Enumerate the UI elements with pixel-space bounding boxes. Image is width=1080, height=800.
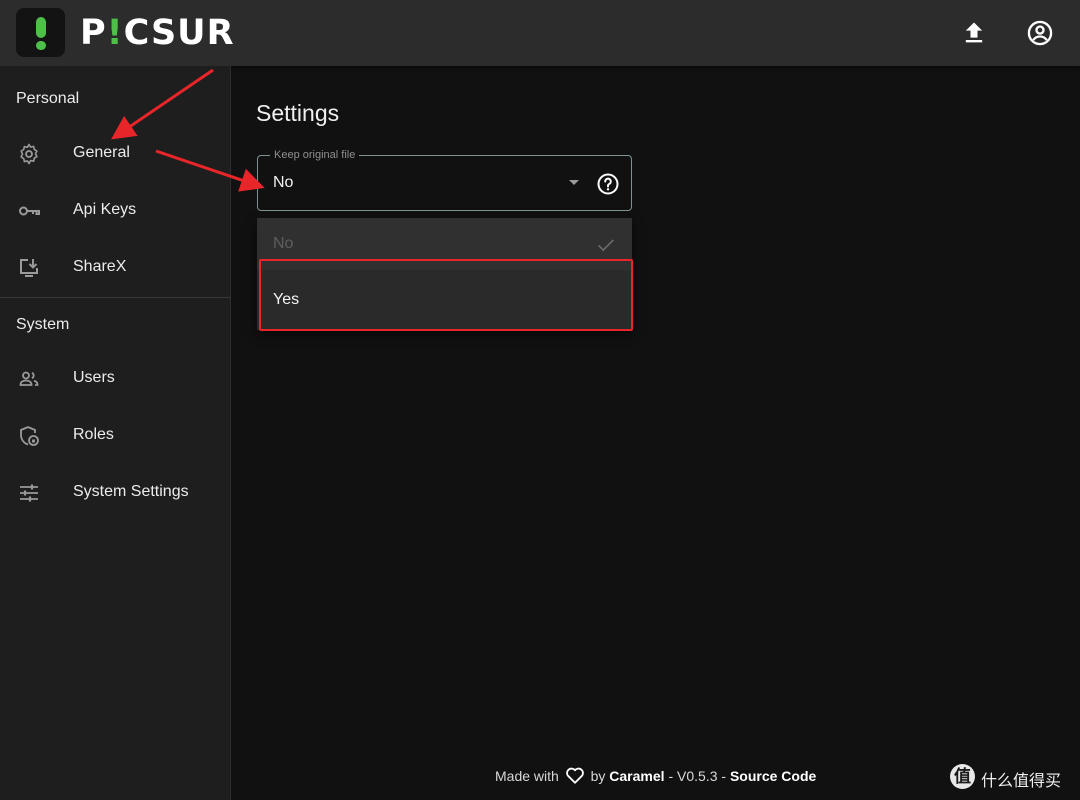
sidebar-item-label: Roles xyxy=(73,426,114,443)
footer-separator: - xyxy=(668,768,674,784)
source-code-link[interactable]: Source Code xyxy=(730,768,816,784)
upload-icon[interactable] xyxy=(960,19,988,47)
watermark-logo-icon: 值 xyxy=(950,764,975,789)
dropdown-arrow-icon[interactable] xyxy=(569,180,579,185)
select-value: No xyxy=(273,174,294,191)
option-label: Yes xyxy=(273,291,300,308)
select-dropdown-menu: No Yes xyxy=(257,218,632,330)
heart-icon xyxy=(565,767,584,784)
footer-by: by xyxy=(590,768,606,784)
page-title: Settings xyxy=(256,100,340,126)
gear-icon xyxy=(20,143,38,165)
download-screen-icon xyxy=(20,259,38,277)
footer-made-with: Made with xyxy=(495,768,559,784)
option-no[interactable]: No xyxy=(257,218,632,270)
footer-author: Caramel xyxy=(609,768,665,784)
top-app-bar: P!CSUR xyxy=(0,0,1080,66)
sidebar-divider xyxy=(0,297,231,298)
footer-separator: - xyxy=(721,768,727,784)
brand-wordmark: P!CSUR xyxy=(80,13,235,53)
check-icon xyxy=(598,239,614,252)
footer-version: V0.5.3 xyxy=(677,768,718,784)
field-label: Keep original file xyxy=(270,149,360,162)
option-label: No xyxy=(273,235,294,252)
keep-original-file-select[interactable]: Keep original file No xyxy=(257,149,632,211)
section-title-personal: Personal xyxy=(16,90,80,107)
sidebar: Personal General Api Keys ShareX System … xyxy=(0,66,231,800)
account-circle-icon[interactable] xyxy=(1026,19,1054,47)
sidebar-item-label: Users xyxy=(73,369,115,386)
sidebar-item-roles[interactable]: Roles xyxy=(0,410,231,462)
logo[interactable] xyxy=(16,8,65,57)
footer: Made with by Caramel - V0.5.3 - Source C… xyxy=(495,766,816,784)
sidebar-item-system-settings[interactable]: System Settings xyxy=(0,467,231,519)
sidebar-item-general[interactable]: General xyxy=(0,128,231,180)
sidebar-item-users[interactable]: Users xyxy=(0,353,231,405)
watermark-text: 什么值得买 xyxy=(981,773,1062,790)
help-icon[interactable] xyxy=(596,172,620,196)
sidebar-item-label: ShareX xyxy=(73,258,127,275)
sidebar-item-label: Api Keys xyxy=(73,201,137,218)
sidebar-item-label: System Settings xyxy=(73,483,189,500)
key-icon xyxy=(19,206,40,216)
users-icon xyxy=(19,371,39,386)
section-title-system: System xyxy=(16,316,70,333)
option-yes[interactable]: Yes xyxy=(257,270,632,330)
sliders-icon xyxy=(20,484,38,502)
shield-lock-icon xyxy=(20,426,39,446)
logo-mark-bar xyxy=(36,17,46,38)
sidebar-item-sharex[interactable]: ShareX xyxy=(0,242,231,294)
sidebar-item-api-keys[interactable]: Api Keys xyxy=(0,185,231,237)
logo-mark-dot xyxy=(36,41,46,50)
sidebar-item-label: General xyxy=(73,144,130,161)
